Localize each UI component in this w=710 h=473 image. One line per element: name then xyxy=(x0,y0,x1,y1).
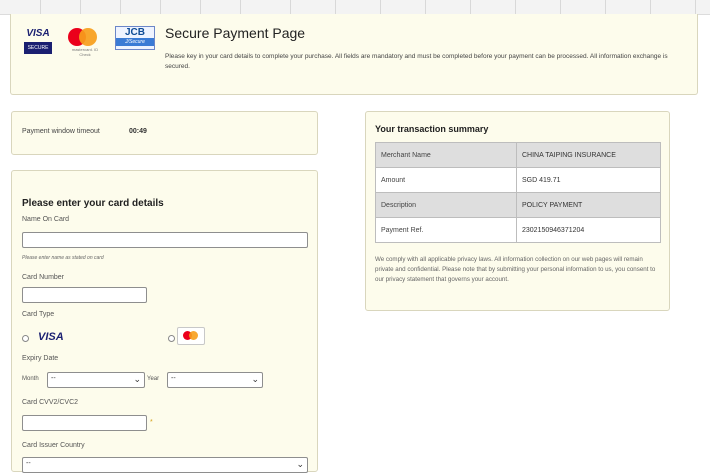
visa-word: VISA xyxy=(26,28,50,39)
card-type-label: Card Type xyxy=(22,311,55,318)
header-panel: VISA SECURE mastercard. ID Check JCB J/S… xyxy=(10,14,698,95)
name-on-card-input[interactable] xyxy=(22,232,308,248)
name-on-card-hint: Please enter name as stated on card xyxy=(22,255,104,261)
expiry-month-select[interactable]: -- ⌄ xyxy=(47,372,145,388)
issuer-country-label: Card Issuer Country xyxy=(22,442,85,449)
top-grid-strip xyxy=(0,0,710,15)
card-number-label: Card Number xyxy=(22,274,65,281)
timeout-countdown: 00:49 xyxy=(129,128,147,135)
summary-table: Merchant Name CHINA TAIPING INSURANCE Am… xyxy=(375,142,661,243)
expiry-year-select[interactable]: -- ⌄ xyxy=(167,372,263,388)
mastercard-orange-circle xyxy=(79,28,97,46)
jcb-jsecure-logo: JCB J/Secure xyxy=(115,26,155,50)
jcb-word: JCB xyxy=(124,27,145,38)
card-number-input[interactable] xyxy=(22,287,147,303)
summary-key: Payment Ref. xyxy=(375,217,517,243)
privacy-note: We comply with all applicable privacy la… xyxy=(375,256,656,283)
table-row: Merchant Name CHINA TAIPING INSURANCE xyxy=(375,142,661,168)
expiry-year-value: -- xyxy=(171,375,176,382)
visa-card-logo[interactable]: VISA xyxy=(38,329,68,345)
summary-key: Description xyxy=(375,192,517,218)
transaction-summary-panel: Your transaction summary Merchant Name C… xyxy=(365,111,670,311)
page-title: Secure Payment Page xyxy=(165,25,306,41)
timeout-label: Payment window timeout xyxy=(22,128,100,135)
summary-value: POLICY PAYMENT xyxy=(516,192,661,218)
issuer-country-value: -- xyxy=(26,460,31,467)
timeout-panel: Payment window timeout 00:49 xyxy=(11,111,318,155)
mastercard-id-check-logo: mastercard. ID Check xyxy=(67,26,103,60)
card-form-title: Please enter your card details xyxy=(22,198,164,209)
visa-secure-text: SECURE xyxy=(24,42,52,54)
summary-key: Amount xyxy=(375,167,517,193)
chevron-down-icon: ⌄ xyxy=(133,374,141,384)
card-type-mastercard-radio[interactable] xyxy=(168,335,175,342)
summary-value: SGD 419.71 xyxy=(516,167,661,193)
name-on-card-label: Name On Card xyxy=(22,216,70,223)
payment-logos: VISA SECURE mastercard. ID Check JCB J/S… xyxy=(23,26,155,72)
table-row: Payment Ref. 2302150946371204 xyxy=(375,217,661,243)
card-type-visa-radio[interactable] xyxy=(22,335,29,342)
mastercard-id-check-text: mastercard. ID Check xyxy=(71,47,99,57)
table-row: Description POLICY PAYMENT xyxy=(375,192,661,218)
cvv-label: Card CVV2/CVC2 xyxy=(22,399,79,406)
table-row: Amount SGD 419.71 xyxy=(375,167,661,193)
summary-title: Your transaction summary xyxy=(375,124,489,134)
summary-value: CHINA TAIPING INSURANCE xyxy=(516,142,661,168)
expiry-month-label: Month xyxy=(22,376,39,382)
chevron-down-icon: ⌄ xyxy=(251,374,259,384)
card-details-panel: Please enter your card details Name On C… xyxy=(11,170,318,473)
page-description: Please key in your card details to compl… xyxy=(165,53,668,70)
expiry-month-value: -- xyxy=(51,375,56,382)
summary-key: Merchant Name xyxy=(375,142,517,168)
expiry-year-label: Year xyxy=(147,376,160,382)
visa-secure-logo: VISA SECURE xyxy=(23,26,53,58)
issuer-country-select[interactable]: -- ⌄ xyxy=(22,457,308,473)
cvv-required-mark: * xyxy=(150,419,153,426)
jsecure-text: J/Secure xyxy=(116,38,154,46)
summary-value: 2302150946371204 xyxy=(516,217,661,243)
expiry-date-label: Expiry Date xyxy=(22,355,59,362)
cvv-input[interactable] xyxy=(22,415,147,431)
chevron-down-icon: ⌄ xyxy=(296,459,304,469)
mastercard-card-logo[interactable] xyxy=(177,327,205,345)
